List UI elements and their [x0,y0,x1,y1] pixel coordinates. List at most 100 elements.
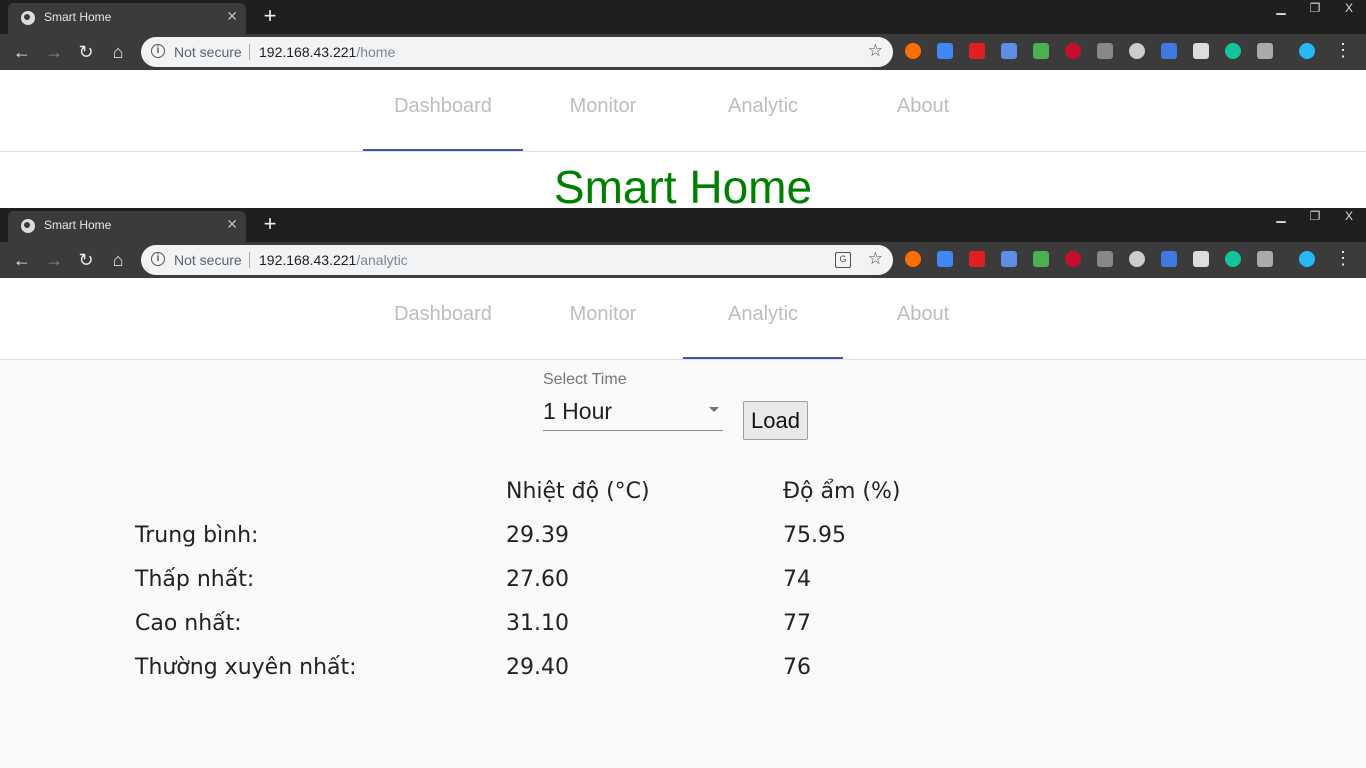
pen-ext-icon[interactable] [1193,251,1209,267]
info-icon[interactable]: i [151,252,165,266]
bookmark-star-icon[interactable]: ☆ [868,41,883,61]
back-arrow-icon[interactable]: ← [10,248,34,272]
tab-about[interactable]: About [843,278,1003,359]
adblock-hand-ext-icon[interactable] [969,251,985,267]
address-bar[interactable]: i Not secure 192.168.43.221/analytic G ☆ [141,245,893,275]
browser-toolbar: ← → ↻ ⌂ i Not secure 192.168.43.221/anal… [0,242,1366,278]
tab-title: Smart Home [44,218,112,232]
grammarly-ext-icon[interactable] [1225,43,1241,59]
url-text[interactable]: 192.168.43.221/home [259,44,395,60]
average-humidity: 75.95 [783,523,846,548]
tab-close-icon[interactable]: ✕ [226,216,238,233]
tab-about[interactable]: About [843,70,1003,151]
csharp-ext-icon[interactable] [1257,251,1273,267]
pin-ext-icon[interactable] [1097,43,1113,59]
average-temperature: 29.39 [506,523,569,548]
not-secure-label: Not secure [174,44,242,60]
tab-strip: Smart Home ✕ + ▁ ❐ X [0,208,1366,242]
google-translate-ext-icon[interactable] [937,43,953,59]
menu-icon[interactable]: ⋮ [1334,248,1352,269]
row-label-most-frequent: Thường xuyên nhất: [135,655,357,680]
grid-ext-icon[interactable] [1001,251,1017,267]
browser-tab[interactable]: Smart Home ✕ [8,3,246,34]
browser-window-home: Smart Home ✕ + ▁ ❐ X ← → ↻ ⌂ i Not secur… [0,0,1366,208]
minimize-button[interactable]: ▁ [1264,208,1298,226]
infinity-ext-icon[interactable] [905,251,921,267]
adblock-hand-ext-icon[interactable] [969,43,985,59]
forward-arrow-icon[interactable]: → [42,40,66,64]
home-icon[interactable]: ⌂ [106,40,130,64]
column-header-humidity: Độ ẩm (%) [783,479,901,504]
abp-ext-icon[interactable] [1065,43,1081,59]
url-host: 192.168.43.221 [259,252,357,268]
window-close-button[interactable]: X [1332,208,1366,226]
time-select-dropdown[interactable]: 1 Hour [543,398,723,431]
abp-ext-icon[interactable] [1065,251,1081,267]
url-text[interactable]: 192.168.43.221/analytic [259,252,408,268]
tab-strip: Smart Home ✕ + ▁ ❐ X [0,0,1366,34]
row-label-minimum: Thấp nhất: [135,567,255,592]
infinity-ext-icon[interactable] [905,43,921,59]
home-icon[interactable]: ⌂ [106,248,130,272]
row-label-maximum: Cao nhất: [135,611,242,636]
separator [249,44,250,60]
maximum-humidity: 77 [783,611,811,636]
menu-icon[interactable]: ⋮ [1334,40,1352,61]
csharp-ext-icon[interactable] [1257,43,1273,59]
tab-monitor[interactable]: Monitor [523,278,683,359]
restore-button[interactable]: ❐ [1298,0,1332,18]
selected-value: 1 Hour [543,398,613,424]
url-path: /analytic [356,252,408,268]
color-palette-ext-icon[interactable] [1033,43,1049,59]
color-palette-ext-icon[interactable] [1033,251,1049,267]
tab-dashboard[interactable]: Dashboard [363,278,523,359]
google-translate-ext-icon[interactable] [937,251,953,267]
grid-ext-icon[interactable] [1001,43,1017,59]
tab-analytic[interactable]: Analytic [683,278,843,359]
sync-ext-icon[interactable] [1299,251,1315,267]
window-close-button[interactable]: X [1332,0,1366,18]
maximum-temperature: 31.10 [506,611,569,636]
load-button[interactable]: Load [743,401,808,440]
nav-tabs: Dashboard Monitor Analytic About [0,278,1366,360]
tab-dashboard[interactable]: Dashboard [363,70,523,151]
new-tab-button[interactable]: + [257,212,283,238]
minimize-button[interactable]: ▁ [1264,0,1298,18]
dropdown-arrow-icon [709,407,719,412]
reload-icon[interactable]: ↻ [74,40,98,64]
screen-2d-ext-icon[interactable] [1161,43,1177,59]
minimum-temperature: 27.60 [506,567,569,592]
sync-ext-icon[interactable] [1299,43,1315,59]
browser-tab[interactable]: Smart Home ✕ [8,211,246,242]
nav-tabs: Dashboard Monitor Analytic About [0,70,1366,152]
bookmark-star-icon[interactable]: ☆ [868,249,883,269]
grammarly-ext-icon[interactable] [1225,251,1241,267]
tab-monitor[interactable]: Monitor [523,70,683,151]
circle-ext-icon[interactable] [1129,251,1145,267]
circle-ext-icon[interactable] [1129,43,1145,59]
select-time-label: Select Time [543,371,627,388]
pin-ext-icon[interactable] [1097,251,1113,267]
translate-icon[interactable]: G [835,252,851,268]
url-path: /home [356,44,396,60]
tab-analytic[interactable]: Analytic [683,70,843,151]
tab-close-icon[interactable]: ✕ [226,8,238,25]
new-tab-button[interactable]: + [257,4,283,30]
address-bar[interactable]: i Not secure 192.168.43.221/home ☆ [141,37,893,67]
pen-ext-icon[interactable] [1193,43,1209,59]
column-header-temperature: Nhiệt độ (°C) [506,479,650,504]
most-frequent-humidity: 76 [783,655,811,680]
not-secure-label: Not secure [174,252,242,268]
forward-arrow-icon[interactable]: → [42,248,66,272]
most-frequent-temperature: 29.40 [506,655,569,680]
select-time: Select Time 1 Hour [543,371,723,431]
info-icon[interactable]: i [151,44,165,58]
screen-2d-ext-icon[interactable] [1161,251,1177,267]
browser-toolbar: ← → ↻ ⌂ i Not secure 192.168.43.221/home… [0,34,1366,70]
tab-title: Smart Home [44,10,112,24]
url-host: 192.168.43.221 [259,44,357,60]
reload-icon[interactable]: ↻ [74,248,98,272]
window-controls: ▁ ❐ X [1264,208,1366,226]
restore-button[interactable]: ❐ [1298,208,1332,226]
back-arrow-icon[interactable]: ← [10,40,34,64]
